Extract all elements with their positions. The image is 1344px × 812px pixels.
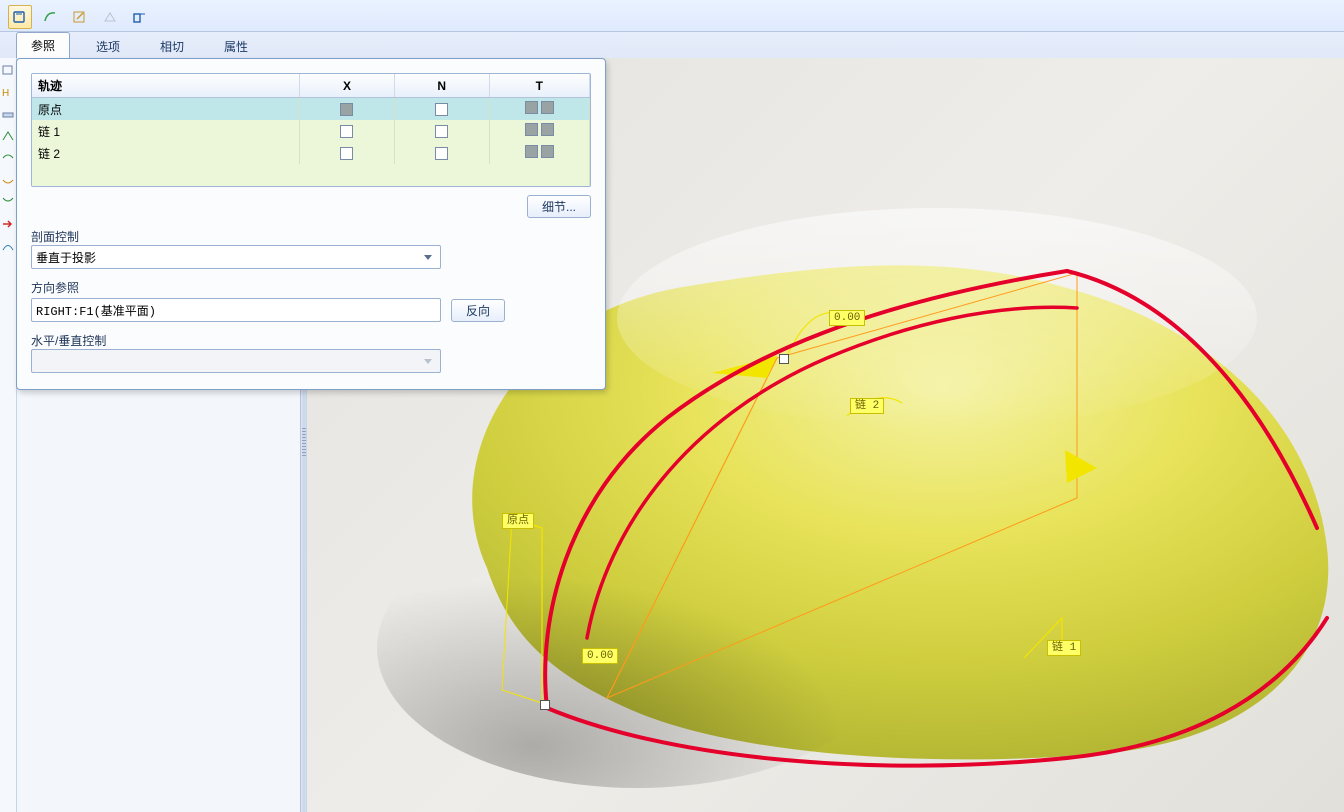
left-rail: H — [0, 58, 17, 812]
handle-top-start[interactable] — [779, 354, 789, 364]
tb-btn-insert[interactable] — [98, 5, 122, 29]
surface-highlight — [617, 208, 1257, 428]
row-name: 链 1 — [32, 120, 300, 142]
rail-icon-2[interactable]: H — [2, 86, 14, 98]
app-root: 参照 选项 相切 属性 H — [0, 0, 1344, 812]
dim-label-bottom: 0.00 — [582, 648, 618, 664]
section-control-label: 剖面控制 — [31, 228, 591, 245]
dim-label-origin: 原点 — [502, 513, 534, 529]
section-control-value: 垂直于投影 — [36, 249, 96, 266]
col-x[interactable]: X — [300, 74, 395, 98]
direction-ref-field[interactable]: RIGHT:F1(基准平面) — [31, 298, 441, 322]
table-row[interactable]: 链 2 — [32, 142, 590, 164]
chevron-down-icon — [424, 255, 432, 260]
tab-references[interactable]: 参照 — [16, 32, 70, 59]
chk-x[interactable] — [340, 125, 353, 138]
row-name: 原点 — [32, 98, 300, 121]
rail-icon-4[interactable] — [2, 130, 14, 142]
chk-x[interactable] — [340, 103, 353, 116]
chk-x[interactable] — [340, 147, 353, 160]
col-t[interactable]: T — [489, 74, 589, 98]
dim-label-chain1: 链 1 — [1047, 640, 1081, 656]
tb-btn-edit[interactable] — [68, 5, 92, 29]
hv-control-label: 水平/垂直控制 — [31, 332, 591, 349]
section-control-combo[interactable]: 垂直于投影 — [31, 245, 441, 269]
chk-t1[interactable] — [525, 145, 538, 158]
rail-icon-6[interactable] — [2, 174, 14, 186]
tb-btn-datum[interactable] — [128, 5, 152, 29]
row-name: 链 2 — [32, 142, 300, 164]
rail-icon-7[interactable] — [2, 196, 14, 208]
rail-icon-last[interactable] — [2, 240, 14, 252]
chk-t2[interactable] — [541, 145, 554, 158]
svg-text:H: H — [2, 88, 9, 98]
table-row[interactable]: 原点 — [32, 98, 590, 121]
tabstrip: 参照 选项 相切 属性 — [0, 32, 1344, 59]
tab-tangency[interactable]: 相切 — [146, 34, 198, 59]
reverse-button[interactable]: 反向 — [451, 299, 505, 322]
chk-n[interactable] — [435, 125, 448, 138]
dim-label-chain2: 链 2 — [850, 398, 884, 414]
chk-t2[interactable] — [541, 123, 554, 136]
trajectory-table[interactable]: 轨迹 X N T 原点 链 1 — [31, 73, 591, 187]
tb-btn-trajectory[interactable] — [38, 5, 62, 29]
chk-t2[interactable] — [541, 101, 554, 114]
hv-control-combo — [31, 349, 441, 373]
col-traj[interactable]: 轨迹 — [32, 74, 300, 98]
rail-icon-5[interactable] — [2, 152, 14, 164]
direction-ref-value: RIGHT:F1(基准平面) — [36, 302, 156, 319]
chevron-down-icon — [424, 359, 432, 364]
tab-properties[interactable]: 属性 — [210, 34, 262, 59]
references-panel: 轨迹 X N T 原点 链 1 — [16, 58, 606, 390]
surface-shade — [377, 508, 897, 788]
col-n[interactable]: N — [394, 74, 489, 98]
table-filler — [32, 164, 590, 186]
table-row[interactable]: 链 1 — [32, 120, 590, 142]
chk-t1[interactable] — [525, 101, 538, 114]
chk-n[interactable] — [435, 103, 448, 116]
direction-ref-label: 方向参照 — [31, 279, 591, 296]
details-button[interactable]: 细节... — [527, 195, 591, 218]
chk-t1[interactable] — [525, 123, 538, 136]
tab-options[interactable]: 选项 — [82, 34, 134, 59]
rail-icon-1[interactable] — [2, 64, 14, 76]
tb-btn-sweep-section[interactable] — [8, 5, 32, 29]
chk-n[interactable] — [435, 147, 448, 160]
rail-icon-3[interactable] — [2, 108, 14, 120]
toolbar — [0, 0, 1344, 32]
dim-label-top: 0.00 — [829, 310, 865, 326]
handle-bottom-start[interactable] — [540, 700, 550, 710]
rail-icon-arrow[interactable] — [2, 218, 14, 230]
